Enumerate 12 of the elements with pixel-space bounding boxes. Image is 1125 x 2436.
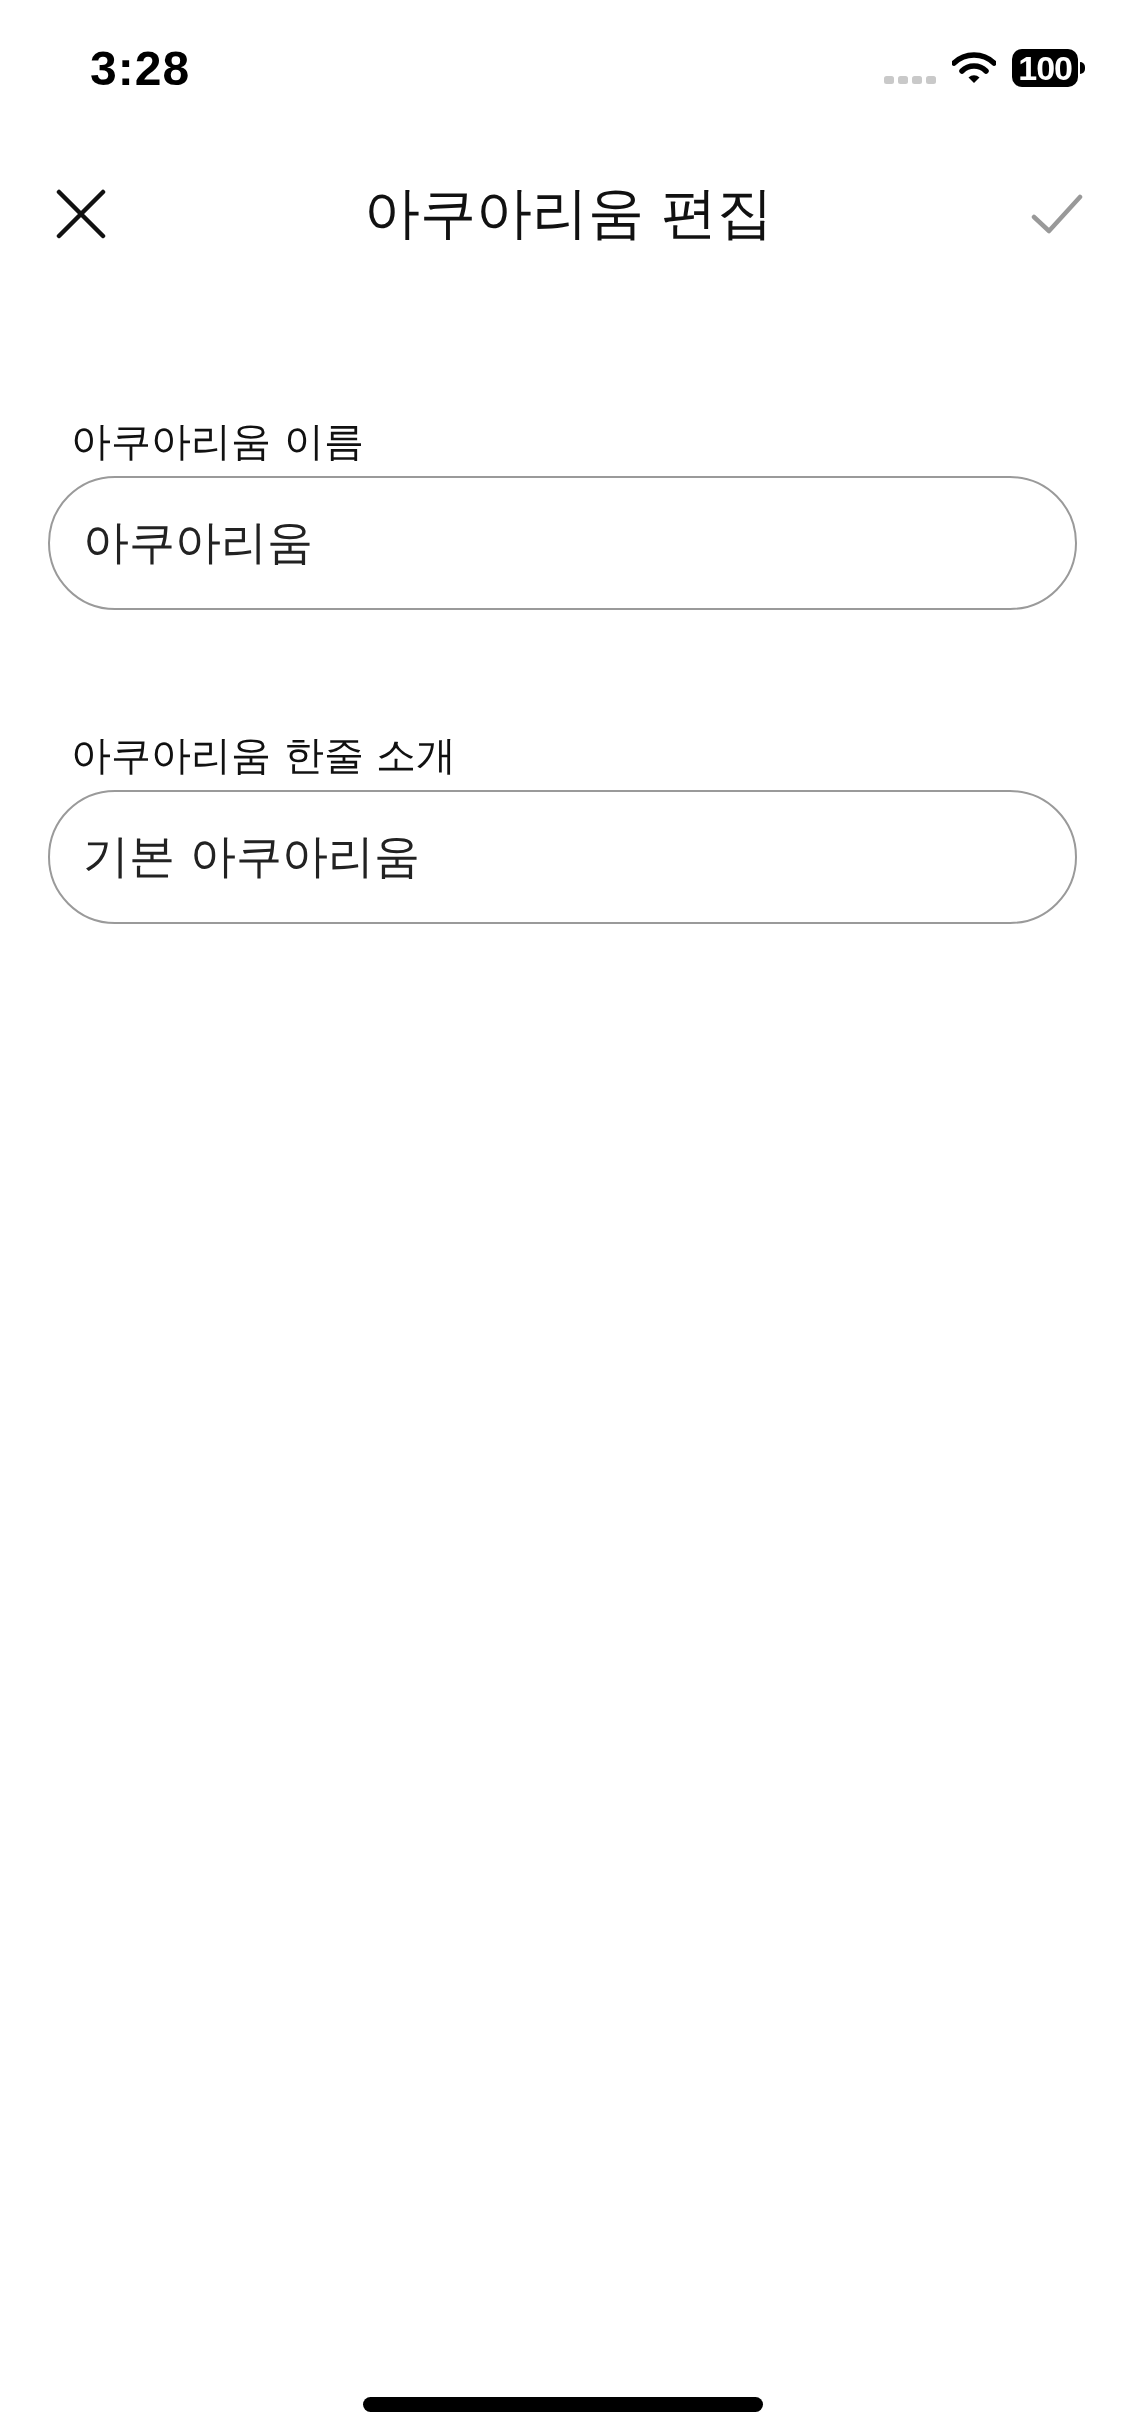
field-label: 아쿠아리움 한줄 소개 bbox=[70, 731, 457, 780]
close-button[interactable] bbox=[56, 189, 106, 239]
signal-icon bbox=[884, 76, 937, 84]
text-field[interactable]: 기본 아쿠아리움 bbox=[48, 790, 1077, 924]
close-icon bbox=[56, 189, 106, 239]
screen-title: 아쿠아리움 편집 bbox=[363, 179, 774, 247]
text-field[interactable]: 아쿠아리움 bbox=[48, 476, 1077, 610]
field-label: 아쿠아리움 이름 bbox=[70, 417, 364, 466]
check-icon bbox=[1031, 194, 1083, 234]
battery-indicator: 100 bbox=[1012, 49, 1085, 87]
status-time: 3:28 bbox=[90, 40, 191, 96]
wifi-icon bbox=[952, 51, 997, 85]
